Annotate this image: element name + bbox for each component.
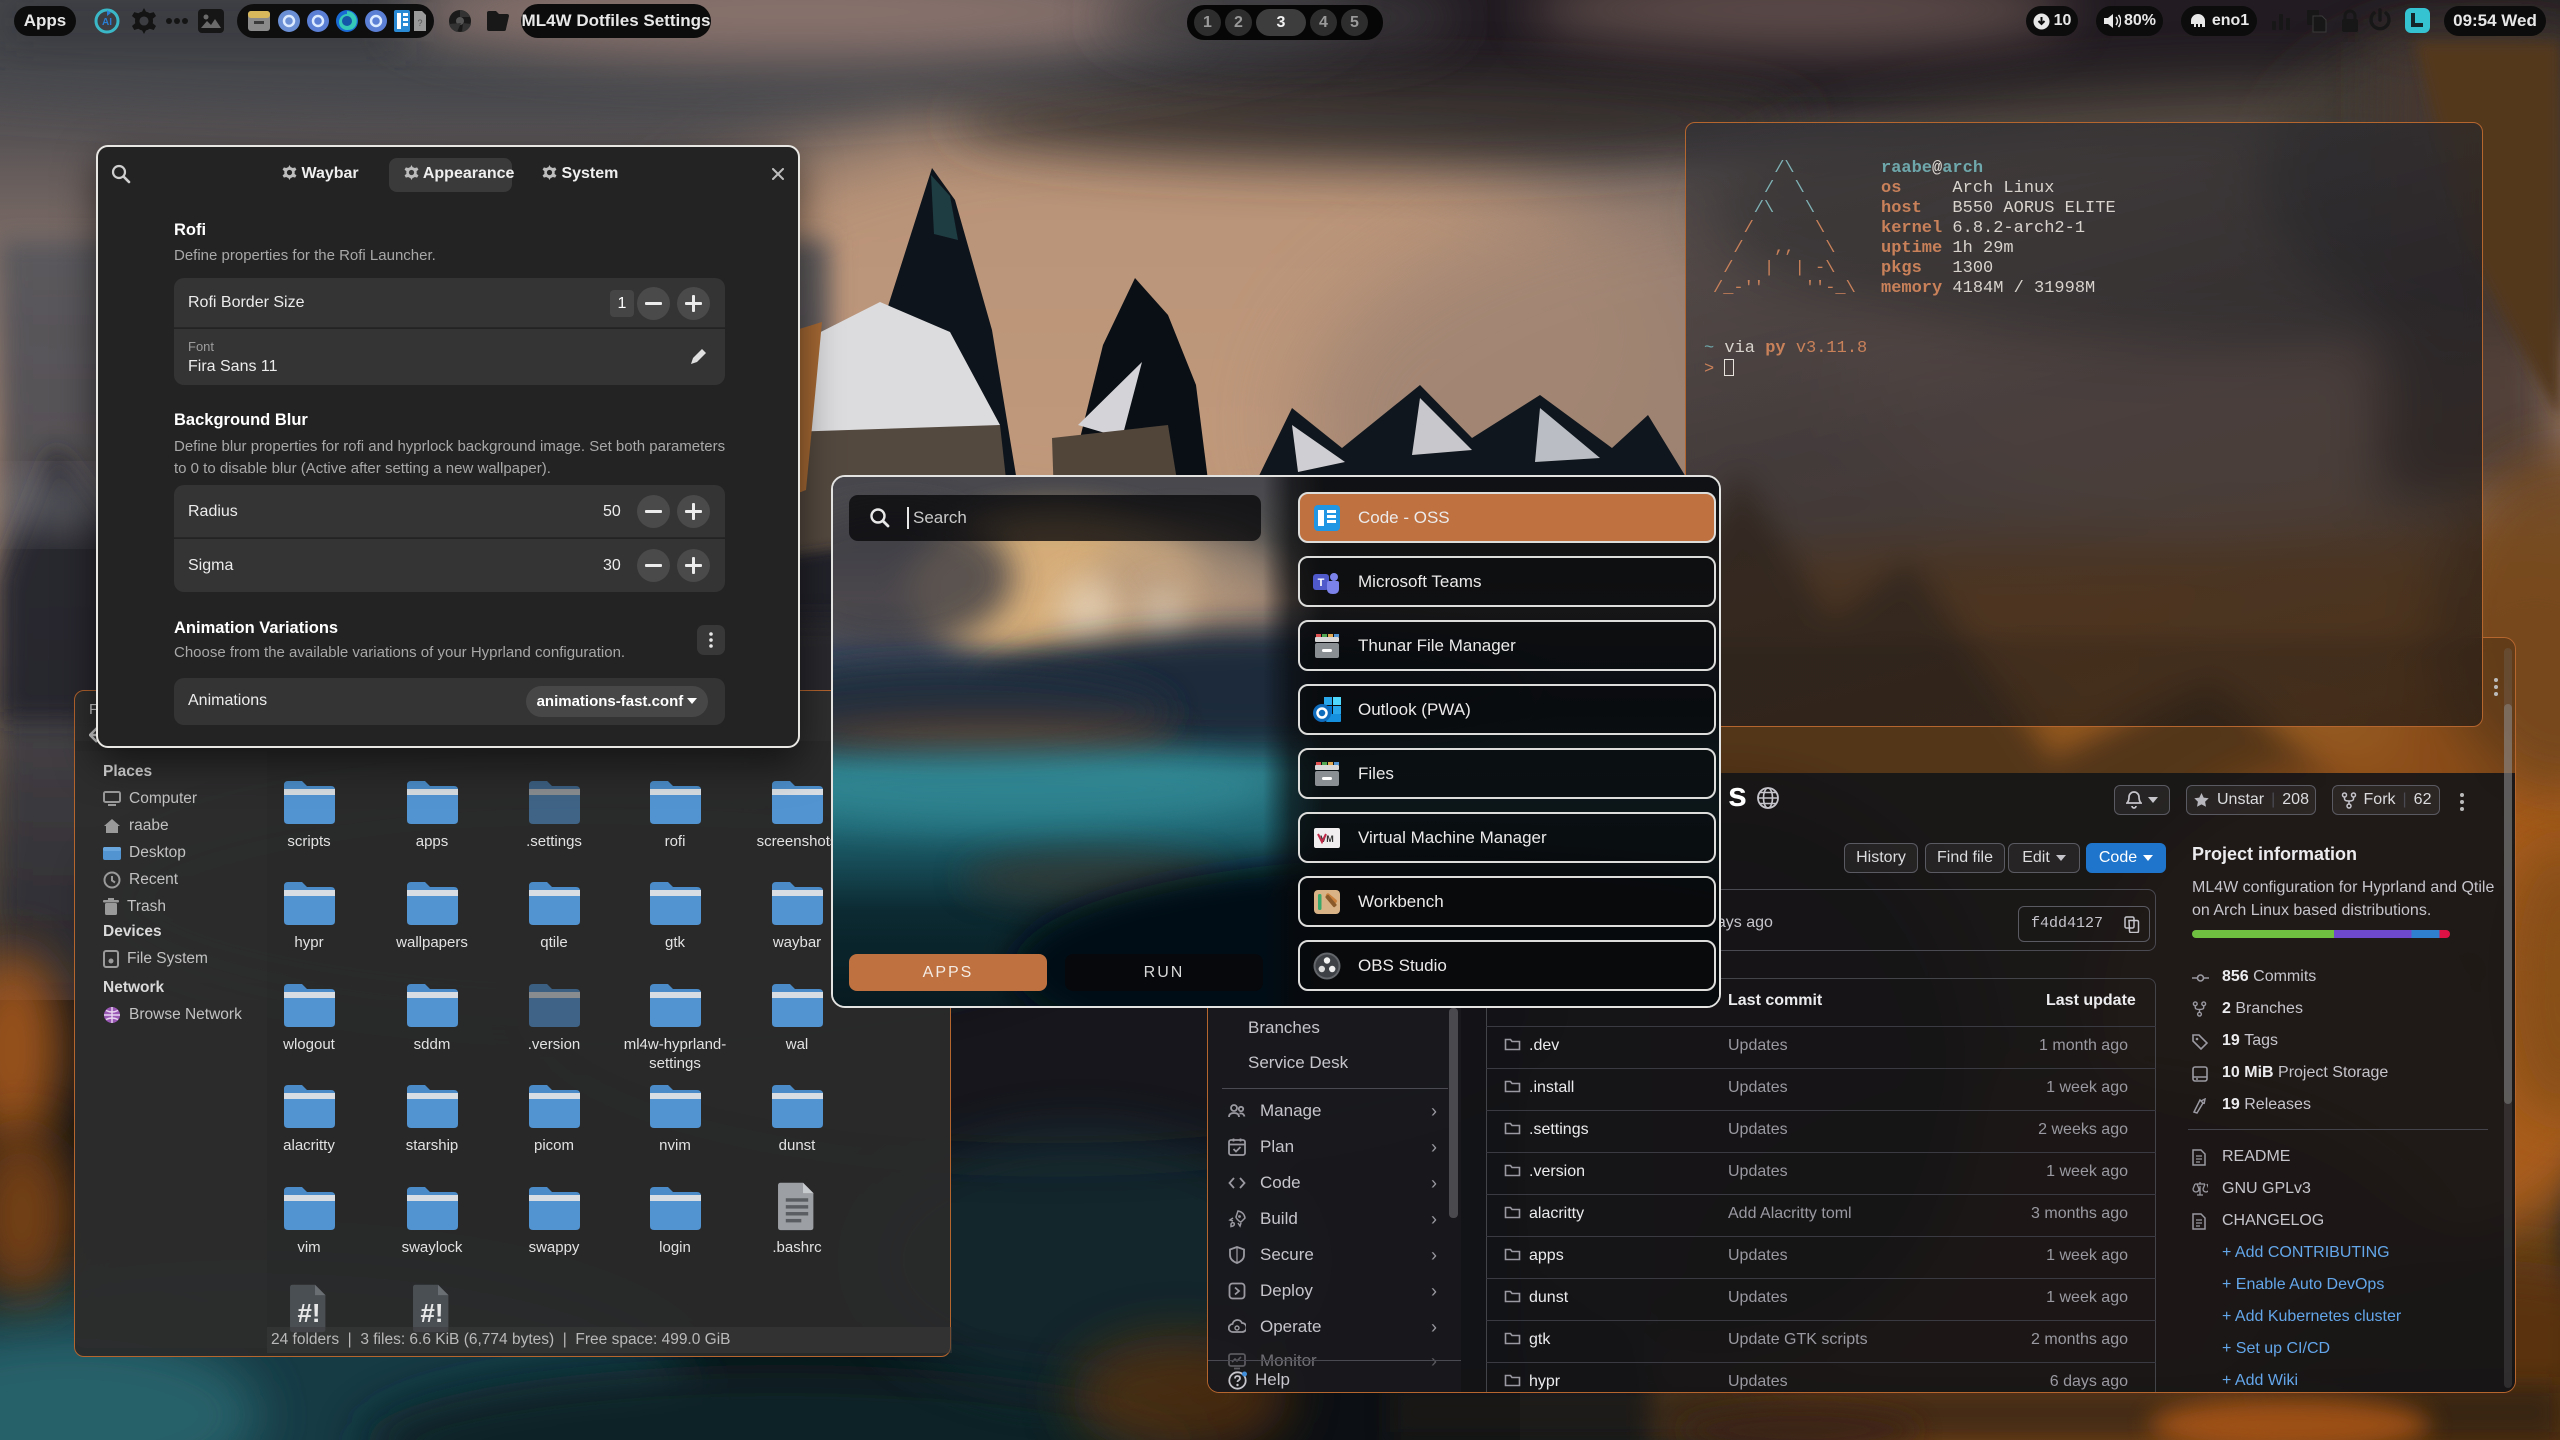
svg-text:AI: AI	[102, 17, 112, 28]
svg-text:T: T	[1318, 577, 1325, 589]
svg-text:?: ?	[417, 18, 422, 28]
